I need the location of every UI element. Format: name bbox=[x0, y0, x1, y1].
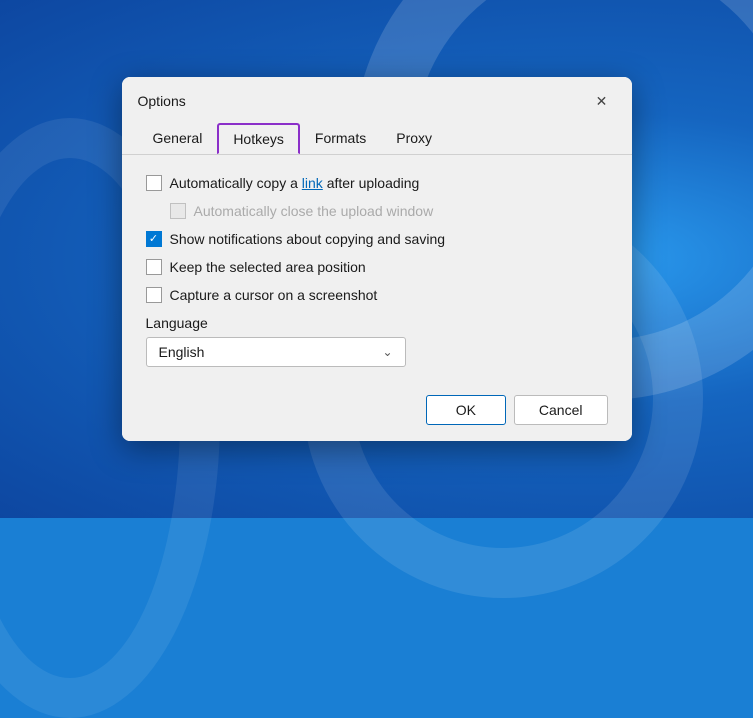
tab-bar: General Hotkeys Formats Proxy bbox=[122, 115, 632, 154]
dropdown-arrow-icon: ⌄ bbox=[382, 345, 392, 359]
dialog-title: Options bbox=[138, 93, 186, 109]
dialog-footer: OK Cancel bbox=[122, 383, 632, 441]
option-auto-close-upload: Automatically close the upload window bbox=[170, 203, 608, 219]
language-selected-value: English bbox=[159, 344, 205, 360]
option-show-notifications: Show notifications about copying and sav… bbox=[146, 231, 608, 247]
options-dialog: Options ✕ General Hotkeys Formats Proxy … bbox=[122, 77, 632, 441]
checkbox-capture-cursor[interactable] bbox=[146, 287, 162, 303]
tab-formats[interactable]: Formats bbox=[300, 123, 381, 154]
checkbox-keep-area-position[interactable] bbox=[146, 259, 162, 275]
language-dropdown[interactable]: English ⌄ bbox=[146, 337, 406, 367]
cancel-button[interactable]: Cancel bbox=[514, 395, 608, 425]
tab-proxy[interactable]: Proxy bbox=[381, 123, 447, 154]
option-auto-copy-link: Automatically copy a link after uploadin… bbox=[146, 175, 608, 191]
option-label-capture-cursor: Capture a cursor on a screenshot bbox=[170, 287, 378, 303]
checkbox-auto-close-upload[interactable] bbox=[170, 203, 186, 219]
title-bar: Options ✕ bbox=[122, 77, 632, 115]
language-section-label: Language bbox=[146, 315, 608, 331]
option-label-keep-area-position: Keep the selected area position bbox=[170, 259, 366, 275]
option-label-auto-copy-link: Automatically copy a link after uploadin… bbox=[170, 175, 420, 191]
tab-hotkeys[interactable]: Hotkeys bbox=[217, 123, 300, 154]
ok-button[interactable]: OK bbox=[426, 395, 506, 425]
content-area: Automatically copy a link after uploadin… bbox=[122, 154, 632, 383]
checkbox-auto-copy-link[interactable] bbox=[146, 175, 162, 191]
option-capture-cursor: Capture a cursor on a screenshot bbox=[146, 287, 608, 303]
option-keep-area-position: Keep the selected area position bbox=[146, 259, 608, 275]
close-button[interactable]: ✕ bbox=[588, 87, 616, 115]
option-label-show-notifications: Show notifications about copying and sav… bbox=[170, 231, 446, 247]
checkbox-show-notifications[interactable] bbox=[146, 231, 162, 247]
tab-general[interactable]: General bbox=[138, 123, 218, 154]
option-label-auto-close-upload: Automatically close the upload window bbox=[194, 203, 434, 219]
